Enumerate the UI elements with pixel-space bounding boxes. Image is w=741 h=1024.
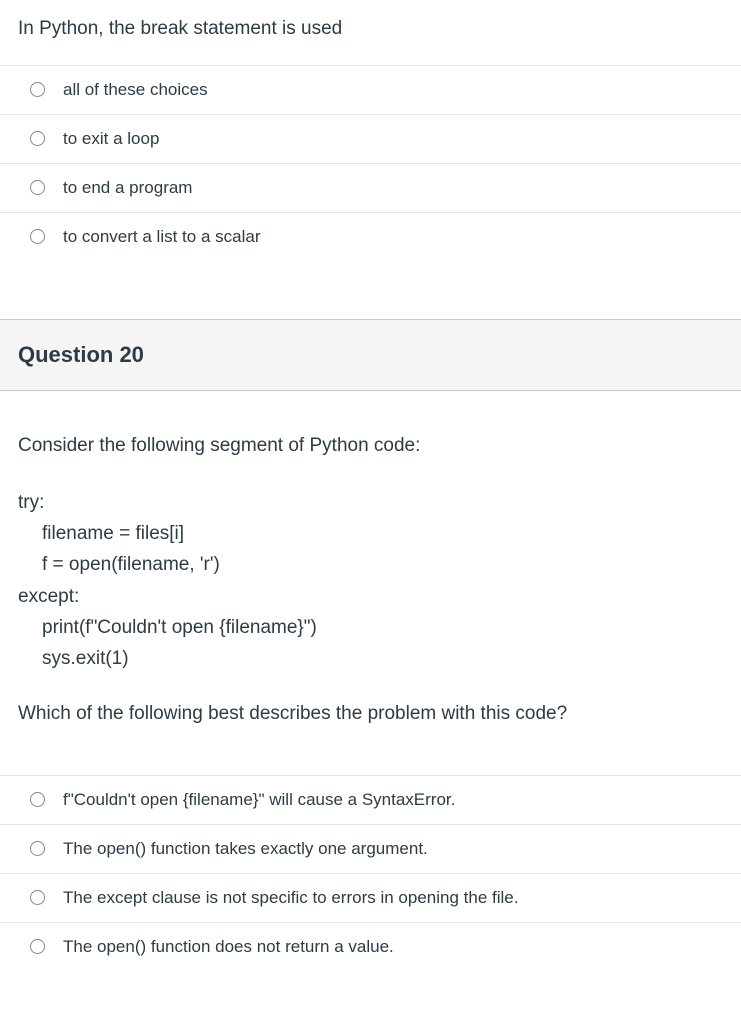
option-row[interactable]: all of these choices bbox=[0, 66, 741, 115]
question-options: f"Couldn't open {filename}" will cause a… bbox=[0, 775, 741, 971]
radio-icon[interactable] bbox=[30, 939, 45, 954]
option-row[interactable]: to convert a list to a scalar bbox=[0, 213, 741, 261]
question-followup: Which of the following best describes th… bbox=[18, 703, 723, 725]
radio-icon[interactable] bbox=[30, 890, 45, 905]
option-label: all of these choices bbox=[63, 80, 208, 100]
question-prompt: In Python, the break statement is used bbox=[0, 0, 741, 65]
code-line: try: bbox=[18, 487, 723, 518]
option-label: The open() function does not return a va… bbox=[63, 937, 394, 957]
question-20: Consider the following segment of Python… bbox=[0, 391, 741, 971]
option-label: to convert a list to a scalar bbox=[63, 227, 260, 247]
question-title: Question 20 bbox=[18, 342, 723, 368]
option-row[interactable]: f"Couldn't open {filename}" will cause a… bbox=[0, 776, 741, 825]
option-row[interactable]: The except clause is not specific to err… bbox=[0, 874, 741, 923]
option-row[interactable]: to exit a loop bbox=[0, 115, 741, 164]
question-intro: Consider the following segment of Python… bbox=[18, 435, 723, 457]
code-line: sys.exit(1) bbox=[18, 643, 723, 674]
radio-icon[interactable] bbox=[30, 229, 45, 244]
radio-icon[interactable] bbox=[30, 82, 45, 97]
code-line: filename = files[i] bbox=[18, 518, 723, 549]
question-header: Question 20 bbox=[0, 319, 741, 391]
question-19: In Python, the break statement is used a… bbox=[0, 0, 741, 261]
option-label: to end a program bbox=[63, 178, 192, 198]
radio-icon[interactable] bbox=[30, 841, 45, 856]
option-label: to exit a loop bbox=[63, 129, 159, 149]
code-line: f = open(filename, 'r') bbox=[18, 549, 723, 580]
question-body: Consider the following segment of Python… bbox=[0, 391, 741, 745]
code-block: try: filename = files[i] f = open(filena… bbox=[18, 487, 723, 675]
code-line: print(f"Couldn't open {filename}") bbox=[18, 612, 723, 643]
option-label: f"Couldn't open {filename}" will cause a… bbox=[63, 790, 455, 810]
option-row[interactable]: to end a program bbox=[0, 164, 741, 213]
radio-icon[interactable] bbox=[30, 792, 45, 807]
option-label: The open() function takes exactly one ar… bbox=[63, 839, 428, 859]
radio-icon[interactable] bbox=[30, 131, 45, 146]
code-line: except: bbox=[18, 581, 723, 612]
question-options: all of these choices to exit a loop to e… bbox=[0, 65, 741, 261]
option-label: The except clause is not specific to err… bbox=[63, 888, 518, 908]
radio-icon[interactable] bbox=[30, 180, 45, 195]
option-row[interactable]: The open() function does not return a va… bbox=[0, 923, 741, 971]
option-row[interactable]: The open() function takes exactly one ar… bbox=[0, 825, 741, 874]
